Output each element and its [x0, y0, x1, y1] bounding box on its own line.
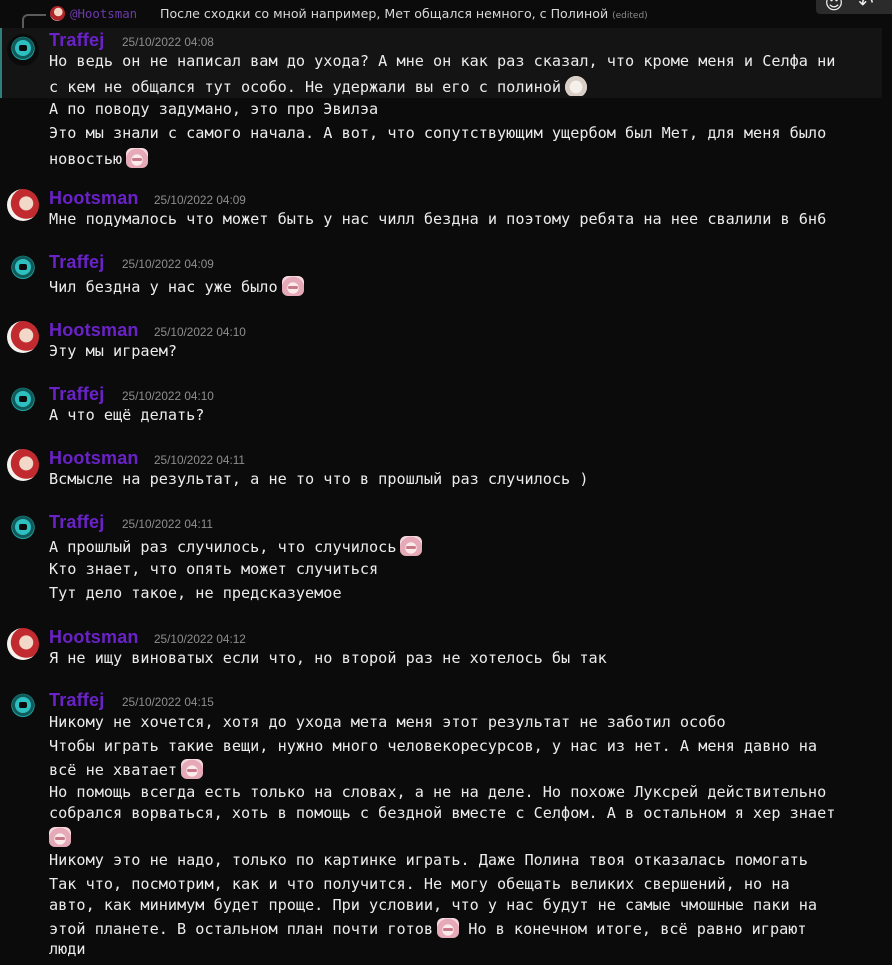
timestamp: 25/10/2022 04:09 [122, 257, 214, 271]
avatar[interactable] [7, 253, 39, 285]
message-line: Никому это не надо, только по картинке и… [49, 851, 808, 869]
author-name[interactable]: Traffej [49, 30, 104, 51]
pink-emoji-icon [126, 148, 149, 168]
timestamp: 25/10/2022 04:10 [154, 325, 246, 339]
timestamp: 25/10/2022 04:08 [122, 35, 214, 49]
pink-emoji-icon [281, 276, 304, 296]
avatar[interactable] [7, 321, 39, 353]
message-line: Мне подумалось что может быть у нас чилл… [49, 210, 827, 228]
message-line: всё не хватает [49, 759, 204, 779]
reply-avatar [50, 6, 65, 21]
reply-mention[interactable]: @Hootsman [70, 6, 137, 21]
message-line: Никому не хочется, хотя до ухода мета ме… [49, 713, 726, 731]
timestamp: 25/10/2022 04:10 [122, 389, 214, 403]
author-name[interactable]: Hootsman [49, 627, 139, 648]
message-line: Кто знает, что опять может случиться [49, 560, 379, 578]
message-line: собрался ворваться, хоть в помощь с безд… [49, 804, 836, 822]
message-line: Чил бездна у нас уже было [49, 276, 304, 296]
avatar[interactable] [7, 513, 39, 545]
message-line: Всмысле на результат, а не то что в прош… [49, 470, 589, 488]
avatar[interactable] [7, 189, 39, 221]
author-name[interactable]: Traffej [49, 252, 104, 273]
reply-reference[interactable]: @Hootsman После сходки со мной например,… [0, 0, 892, 30]
message-line: Тут дело такое, не предсказуемое [49, 584, 342, 602]
message-line: Эту мы играем? [49, 342, 178, 360]
message-line: А прошлый раз случилось, что случилось [49, 536, 423, 556]
author-name[interactable]: Hootsman [49, 188, 139, 209]
author-name[interactable]: Hootsman [49, 448, 139, 469]
pink-emoji-icon [49, 827, 71, 847]
author-name[interactable]: Traffej [49, 384, 104, 405]
pink-emoji-icon [400, 536, 423, 556]
avatar[interactable] [7, 449, 39, 481]
message-line: новостью [49, 148, 149, 168]
cat-emoji-icon [565, 76, 588, 96]
avatar[interactable] [7, 628, 39, 660]
message-line: А по поводу задумано, это про Эвилэа [49, 100, 379, 118]
message-line: Так что, посмотрим, как и что получится.… [49, 875, 790, 893]
reply-preview-text[interactable]: После сходки со мной например, Мет общал… [160, 6, 648, 21]
timestamp: 25/10/2022 04:11 [154, 453, 245, 467]
message-line: люди [49, 940, 86, 958]
message-line: Но помощь всегда есть только на словах, … [49, 783, 827, 801]
pink-emoji-icon [437, 918, 460, 938]
message-line: А что ещё делать? [49, 406, 205, 424]
message-line: Я не ищу виноватых если что, но второй р… [49, 649, 607, 667]
reply-icon[interactable]: ↶ [854, 0, 878, 14]
author-name[interactable]: Hootsman [49, 320, 139, 341]
message-line: Но ведь он не написал вам до ухода? А мн… [49, 52, 836, 70]
timestamp: 25/10/2022 04:15 [122, 695, 214, 709]
avatar[interactable] [7, 385, 39, 417]
author-name[interactable]: Traffej [49, 512, 104, 533]
reply-connector [22, 14, 46, 28]
edited-label: (edited) [612, 11, 648, 21]
timestamp: 25/10/2022 04:12 [154, 632, 246, 646]
message-line: авто, как минимум будет проще. При услов… [49, 896, 818, 914]
message-actions-toolbar: ☺ ↶ [816, 0, 892, 14]
message-line [49, 827, 71, 847]
author-name[interactable]: Traffej [49, 690, 104, 711]
message-line: с кем не общался тут особо. Не удержали … [49, 76, 588, 96]
message-line: Это мы знали с самого начала. А вот, что… [49, 124, 827, 142]
timestamp: 25/10/2022 04:11 [122, 517, 213, 531]
react-icon[interactable]: ☺ [822, 0, 846, 14]
timestamp: 25/10/2022 04:09 [154, 193, 246, 207]
pink-emoji-icon [181, 759, 204, 779]
avatar[interactable] [7, 691, 39, 723]
message-line: Чтобы играть такие вещи, нужно много чел… [49, 737, 818, 755]
avatar[interactable] [7, 34, 39, 66]
message-line: этой планете. В остальном план почти гот… [49, 918, 807, 938]
